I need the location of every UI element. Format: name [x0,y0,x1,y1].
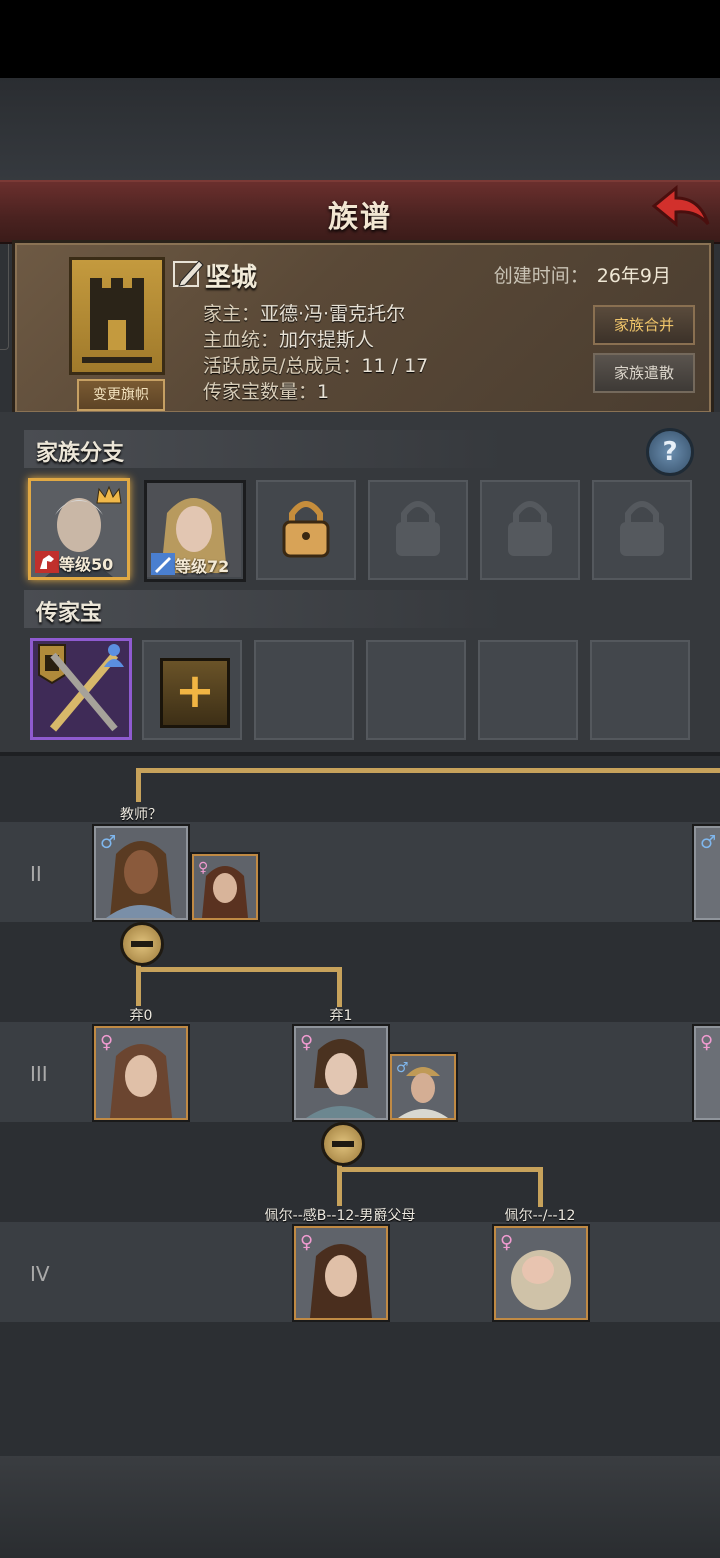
merge-family-button[interactable]: 家族合并 [593,305,695,345]
member-name: 教师？ [120,807,162,823]
female-icon: ♀ [100,1032,114,1053]
collapse-icon[interactable] [321,1122,365,1166]
status-bar-area [0,0,720,78]
generation-label: III [30,1062,48,1086]
tree-line [337,1167,543,1172]
members-label: 活跃成员/总成员： [203,355,362,377]
padlock-icon [616,496,668,564]
heirloom-add-slot[interactable]: + [142,640,242,740]
bloodline-value: 加尔提斯人 [279,329,375,351]
padlock-icon [392,496,444,564]
disband-family-button[interactable]: 家族遣散 [593,353,695,393]
branches-title: 家族分支 [36,441,125,466]
crown-icon [95,485,123,505]
member-card[interactable]: ♀ [94,1026,188,1120]
created-value: 26年9月 [596,265,671,287]
tree-line [337,967,342,1007]
horse-icon [35,551,59,573]
add-label: + [174,663,216,719]
family-members: 活跃成员/总成员：11 / 17 [203,351,428,378]
change-banner-button[interactable]: 变更旗帜 [77,379,165,411]
member-card[interactable]: ♂ [94,826,188,920]
member-card[interactable]: ♀ [294,1226,388,1320]
heirlooms-header: 传家宝 [24,590,504,628]
heirloom-slot-empty [590,640,690,740]
branches-header: 家族分支 [24,430,504,468]
tree-line [136,768,720,773]
spouse-card[interactable]: ♂ [390,1054,456,1120]
female-icon: ♀ [198,860,209,876]
female-icon: ♀ [300,1232,314,1253]
branch-slot-1[interactable]: 等级50 [28,478,130,580]
sword-icon [151,553,175,575]
member-name: 弃1 [329,1008,353,1024]
heirloom-value: 1 [317,381,330,403]
tree-line [538,1167,543,1207]
padlock-gold-icon [280,496,332,564]
branch-level: 等级72 [175,557,230,576]
female-icon: ♀ [500,1232,514,1253]
branch-slot-4 [368,480,468,580]
generation-label: IV [30,1262,50,1286]
heirloom-slot-empty [478,640,578,740]
head-value: 亚德·冯·雷克托尔 [260,303,406,325]
side-handle[interactable] [0,226,9,350]
branch-level: 等级50 [59,555,114,574]
person-icon [103,643,125,671]
help-icon[interactable]: ? [646,428,694,476]
member-name: 佩尔--/--12 [504,1208,576,1224]
family-bloodline: 主血统：加尔提斯人 [203,325,374,352]
member-name: 弃0 [129,1008,153,1024]
family-head: 家主：亚德·冯·雷克托尔 [203,299,405,326]
member-name: 佩尔--感B--12-男爵父母 [264,1208,416,1224]
family-name: 坚城 [205,263,258,293]
heirloom-slot-1[interactable] [30,638,132,740]
branch-slot-2[interactable]: 等级72 [144,480,246,582]
bloodline-label: 主血统： [203,329,280,351]
bottom-stone-background [0,1456,720,1558]
family-heirloom-count: 传家宝数量：1 [203,377,329,404]
female-icon: ♀ [700,1032,714,1053]
heirloom-slot-empty [254,640,354,740]
family-banner[interactable] [69,257,165,375]
page-title: 族谱 [328,200,392,235]
member-card-partial[interactable]: ♂ [694,826,720,920]
female-icon: ♀ [300,1032,314,1053]
tree-line [136,768,141,802]
male-icon: ♂ [100,832,117,853]
branch-slot-6 [592,480,692,580]
collapse-icon[interactable] [120,922,164,966]
tree-line [136,967,342,972]
member-card-partial[interactable]: ♀ [694,1026,720,1120]
title-bar: 族谱 [0,180,720,244]
spouse-card[interactable]: ♀ [192,854,258,920]
head-label: 家主： [203,303,261,325]
generation-label: II [30,862,42,886]
back-arrow-icon[interactable] [650,184,712,232]
branch-slot-3[interactable] [256,480,356,580]
heirloom-label: 传家宝数量： [203,381,318,403]
member-card[interactable]: ♀ [494,1226,588,1320]
male-icon: ♂ [396,1060,409,1076]
top-stone-background [0,78,720,182]
family-info-panel: 变更旗帜 坚城 创建时间： 26年9月 家主：亚德·冯·雷克托尔 主血统：加尔提斯… [12,240,714,416]
heirloom-slot-empty [366,640,466,740]
members-value: 11 / 17 [361,355,429,377]
male-icon: ♂ [700,832,717,853]
heirlooms-title: 传家宝 [36,601,103,626]
edit-name-icon[interactable] [171,257,205,291]
member-card[interactable]: ♀ [294,1026,388,1120]
created-label: 创建时间： [493,265,589,287]
padlock-icon [504,496,556,564]
branch-slot-5 [480,480,580,580]
created-time: 创建时间： 26年9月 [494,261,671,288]
add-icon[interactable]: + [160,658,230,728]
